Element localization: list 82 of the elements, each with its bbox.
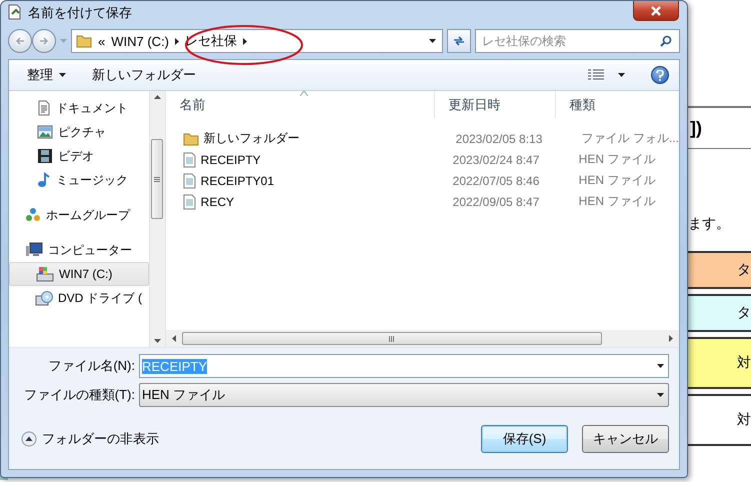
- close-button[interactable]: [633, 1, 679, 21]
- nav-item[interactable]: コンピューター: [9, 238, 150, 262]
- grip-icon: [154, 176, 160, 182]
- scroll-thumb[interactable]: [151, 139, 164, 219]
- nav-item[interactable]: ドキュメント: [9, 96, 150, 120]
- file-icon: [182, 194, 196, 210]
- file-name[interactable]: RECY: [200, 194, 448, 208]
- nav-item[interactable]: WIN7 (C:): [9, 262, 150, 286]
- collapse-icon[interactable]: [21, 431, 37, 447]
- dropdown-arrow-icon[interactable]: [657, 393, 664, 397]
- nav-item[interactable]: ビデオ: [9, 144, 150, 168]
- save-document-icon: [8, 4, 23, 20]
- field-label: ファイルの種類(T):: [22, 386, 135, 404]
- file-name[interactable]: 新しいフォルダー: [204, 130, 451, 147]
- modified-date: 2023/02/05 8:13: [456, 132, 544, 146]
- modified-date: 2023/02/24 8:47: [452, 152, 540, 166]
- close-icon[interactable]: [650, 6, 662, 16]
- column-header[interactable]: 名前: [166, 91, 435, 118]
- dialog-button[interactable]: 保存(S): [481, 425, 568, 453]
- picture-icon: [37, 125, 53, 139]
- horizontal-scrollbar[interactable]: [166, 330, 679, 347]
- scroll-up-icon[interactable]: [154, 95, 161, 99]
- body-text: ます。: [688, 215, 730, 231]
- scroll-left-icon[interactable]: [172, 335, 176, 342]
- column-header[interactable]: 種類: [556, 91, 673, 118]
- breadcrumb-arrow-icon[interactable]: [175, 38, 180, 44]
- computer-icon: [25, 242, 43, 258]
- heading-text: ]): [690, 118, 702, 138]
- nav-item[interactable]: ミュージック: [9, 168, 150, 192]
- column-header[interactable]: 更新日時: [434, 91, 556, 118]
- breadcrumb-item[interactable]: WIN7 (C:): [111, 34, 170, 48]
- vertical-scrollbar[interactable]: [149, 91, 165, 347]
- drive-icon: [36, 266, 54, 282]
- modified-date: 2022/07/05 8:46: [452, 174, 540, 188]
- file-type: HEN ファイル: [578, 151, 656, 168]
- network-icon: [25, 207, 41, 223]
- file-name[interactable]: RECEIPTY01: [200, 174, 448, 188]
- breadcrumb-chevron[interactable]: «: [98, 34, 106, 48]
- dialog-button[interactable]: キャンセル: [582, 425, 669, 453]
- table-cell: タ: [688, 294, 751, 332]
- caret-icon[interactable]: [618, 73, 625, 77]
- search-field[interactable]: レセ社保の検索: [475, 29, 680, 53]
- file-type: ファイル フォル...: [582, 130, 679, 147]
- folder-icon: [182, 132, 199, 146]
- file-name[interactable]: RECEIPTY: [200, 152, 448, 166]
- nav-item[interactable]: ホームグループ: [9, 203, 150, 227]
- back-button[interactable]: [8, 29, 32, 53]
- table-cell: 対: [688, 337, 751, 389]
- caret-icon[interactable]: [59, 73, 66, 77]
- scroll-thumb[interactable]: [182, 332, 602, 345]
- hide-folders-button[interactable]: フォルダーの非表示: [21, 430, 159, 448]
- refresh-icon[interactable]: [452, 35, 466, 47]
- nav-item[interactable]: DVD ドライブ (: [9, 286, 150, 310]
- film-icon: [37, 148, 53, 164]
- list-view-icon[interactable]: [588, 69, 604, 81]
- table-cell: タ: [688, 251, 751, 289]
- file-icon: [182, 152, 196, 168]
- window-title: 名前を付けて保存: [28, 4, 132, 22]
- modified-date: 2022/09/05 8:47: [452, 194, 540, 208]
- forward-button[interactable]: [32, 29, 56, 53]
- breadcrumb-arrow-icon[interactable]: [243, 38, 248, 44]
- folder-icon: [76, 34, 92, 48]
- file-type: HEN ファイル: [578, 172, 656, 189]
- document-icon: [37, 100, 51, 116]
- dropdown-arrow-icon[interactable]: [657, 364, 664, 368]
- scroll-down-icon[interactable]: [154, 339, 161, 343]
- file-type-dropdown[interactable]: HEN ファイル: [139, 383, 669, 407]
- file-icon: [182, 172, 196, 188]
- help-button[interactable]: [651, 66, 669, 84]
- field-label: ファイル名(N):: [47, 357, 135, 375]
- dropdown-arrow-icon[interactable]: [429, 39, 436, 43]
- refresh-button[interactable]: [447, 29, 471, 53]
- scroll-right-icon[interactable]: [669, 335, 673, 342]
- nav-item[interactable]: ピクチャ: [9, 120, 150, 144]
- grip-icon: [389, 336, 394, 342]
- music-note-icon: [37, 172, 51, 188]
- question-mark-icon[interactable]: [656, 70, 664, 80]
- organize-menu-button[interactable]: 整理: [27, 64, 66, 86]
- file-type: HEN ファイル: [578, 193, 656, 210]
- disc-drive-icon: [35, 290, 53, 306]
- table-cell: 対: [688, 394, 751, 446]
- new-folder-button[interactable]: 新しいフォルダー: [92, 64, 196, 86]
